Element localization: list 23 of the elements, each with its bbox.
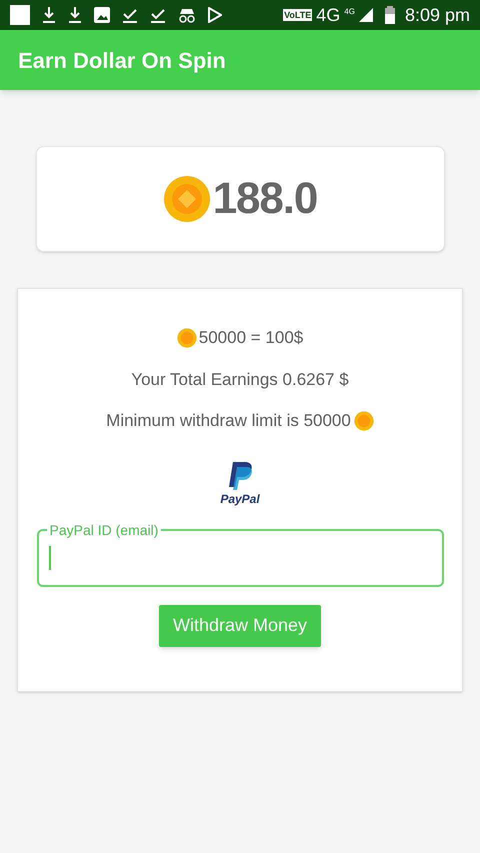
clock: 8:09 pm xyxy=(404,4,470,27)
total-earnings: Your Total Earnings 0.6267 $ xyxy=(131,368,349,390)
coin-icon xyxy=(354,410,374,431)
incognito-icon xyxy=(178,7,196,23)
image-icon xyxy=(94,7,110,23)
paypal-logo: PayPal xyxy=(220,462,260,504)
exchange-rate: 50000 = 100$ xyxy=(198,327,304,349)
volte-indicator: VoLTE xyxy=(283,9,312,21)
signal-icon xyxy=(358,8,373,22)
coin-balance: 188.0 xyxy=(212,173,318,225)
app-title: Earn Dollar On Spin xyxy=(18,46,226,75)
network-type: 4G xyxy=(316,6,340,24)
download-icon xyxy=(68,6,82,24)
battery-icon xyxy=(384,6,395,24)
notification-square-icon xyxy=(10,5,30,25)
paypal-mark-icon xyxy=(227,462,253,492)
minimum-limit: Minimum withdraw limit is 50000 xyxy=(106,410,351,432)
network-type: 4G xyxy=(344,6,355,18)
download-icon xyxy=(42,6,56,24)
coin-icon xyxy=(162,175,211,223)
play-store-icon xyxy=(208,7,222,23)
coin-icon xyxy=(176,328,197,348)
withdraw-button[interactable]: Withdraw Money xyxy=(158,604,322,646)
